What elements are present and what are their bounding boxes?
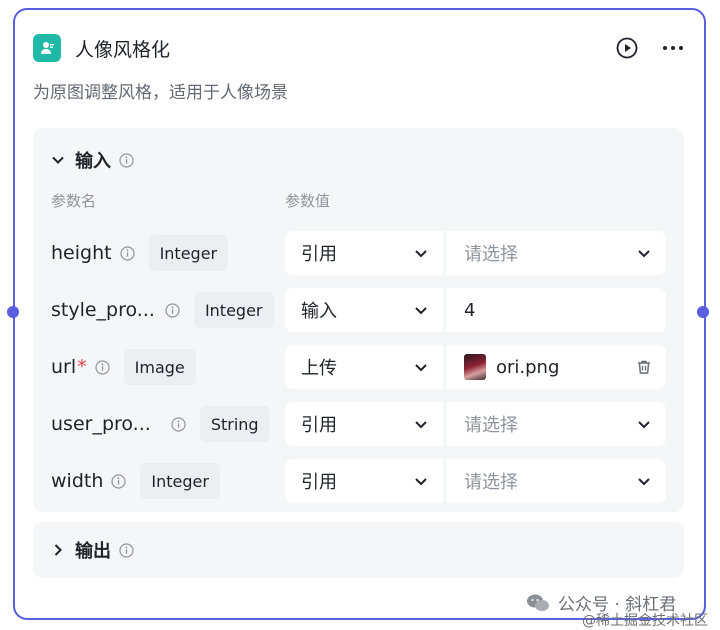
value-placeholder: 请选择	[464, 415, 518, 436]
value-select[interactable]: 请选择	[446, 402, 666, 446]
wechat-icon	[526, 593, 550, 613]
output-panel: 输出	[33, 522, 684, 578]
value-placeholder: 请选择	[464, 472, 518, 493]
node-card[interactable]: 人像风格化 为原图调整风格，适用于人像场景 输入 参数名 参数值 height …	[13, 8, 706, 620]
source-select[interactable]: 引用	[285, 402, 443, 446]
param-row-width: width Integer 引用 请选择	[33, 459, 684, 503]
param-name: height	[51, 242, 112, 264]
param-type-badge: Image	[123, 349, 196, 385]
watermark-community: @稀土掘金技术社区	[582, 613, 708, 629]
source-select[interactable]: 引用	[285, 231, 443, 275]
chevron-down-icon	[636, 416, 652, 432]
value-text: 4	[464, 299, 476, 321]
input-section-title: 输入	[75, 151, 111, 172]
source-select-value: 引用	[301, 415, 337, 436]
param-row-user-prompt: user_pro... String 引用 请选择	[33, 402, 684, 446]
param-row-height: height Integer 引用 请选择	[33, 231, 684, 275]
source-select-value: 输入	[301, 301, 337, 322]
uploaded-file[interactable]: ori.png	[446, 345, 666, 389]
chevron-down-icon	[413, 302, 429, 318]
param-name: user_pro...	[51, 413, 151, 435]
param-type-badge: Integer	[148, 235, 229, 271]
image-thumbnail[interactable]	[464, 354, 486, 380]
required-asterisk: *	[77, 356, 87, 378]
left-connection-port[interactable]	[7, 306, 19, 318]
value-select[interactable]: 请选择	[446, 231, 666, 275]
info-icon[interactable]	[119, 245, 135, 261]
node-header: 人像风格化	[33, 32, 686, 64]
source-select[interactable]: 输入	[285, 288, 443, 332]
chevron-down-icon	[413, 473, 429, 489]
info-icon[interactable]	[165, 302, 180, 318]
column-header-value: 参数值	[285, 192, 331, 210]
param-type-badge: String	[199, 406, 270, 442]
value-select[interactable]: 请选择	[446, 459, 666, 503]
param-type-badge: Integer	[193, 292, 274, 328]
source-select-value: 引用	[301, 472, 337, 493]
chevron-down-icon	[413, 416, 429, 432]
column-header-name: 参数名	[51, 192, 97, 210]
input-section-toggle[interactable]: 输入	[51, 146, 134, 174]
file-name: ori.png	[496, 356, 560, 378]
right-connection-port[interactable]	[697, 306, 709, 318]
chevron-down-icon	[636, 473, 652, 489]
chevron-down-icon	[413, 359, 429, 375]
info-icon[interactable]	[171, 416, 186, 432]
chevron-down-icon	[636, 245, 652, 261]
info-icon[interactable]	[119, 542, 134, 558]
source-select-value: 引用	[301, 244, 337, 265]
node-description: 为原图调整风格，适用于人像场景	[33, 83, 288, 103]
param-name: style_pro...	[51, 299, 155, 321]
chevron-down-icon	[51, 153, 65, 167]
source-select[interactable]: 上传	[285, 345, 443, 389]
param-name: url	[51, 356, 77, 378]
source-select[interactable]: 引用	[285, 459, 443, 503]
param-row-url: url * Image 上传 ori.png	[33, 345, 684, 389]
input-panel: 输入 参数名 参数值 height Integer 引用 请选择 style_p…	[33, 128, 684, 512]
param-type-badge: Integer	[140, 463, 220, 499]
user-icon	[33, 34, 61, 62]
param-row-style-prompt: style_pro... Integer 输入 4	[33, 288, 684, 332]
source-select-value: 上传	[301, 358, 337, 379]
play-circle-icon[interactable]	[614, 35, 640, 61]
more-dots-icon[interactable]	[660, 35, 686, 61]
info-icon[interactable]	[95, 359, 110, 375]
output-section-title: 输出	[75, 541, 111, 562]
node-title: 人像风格化	[75, 38, 171, 61]
info-icon[interactable]	[111, 473, 126, 489]
chevron-right-icon	[51, 543, 65, 557]
value-placeholder: 请选择	[464, 244, 518, 265]
output-section-toggle[interactable]: 输出	[51, 536, 134, 564]
info-icon[interactable]	[119, 152, 134, 168]
chevron-down-icon	[413, 245, 429, 261]
trash-icon[interactable]	[636, 359, 652, 375]
value-input[interactable]: 4	[446, 288, 666, 332]
param-name: width	[51, 470, 104, 492]
